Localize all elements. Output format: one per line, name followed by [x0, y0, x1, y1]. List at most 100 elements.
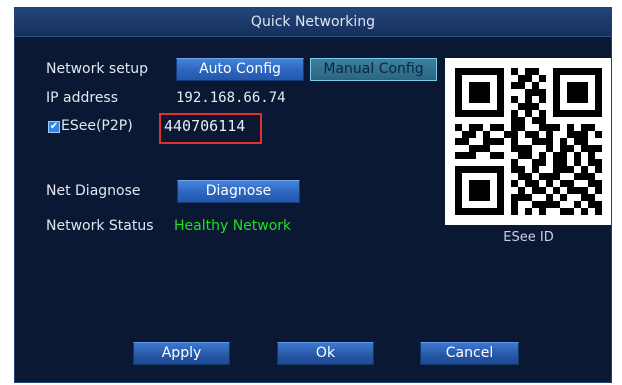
apply-button[interactable]: Apply	[133, 342, 230, 365]
ip-address-label: IP address	[46, 90, 119, 106]
qr-module	[574, 82, 581, 89]
qr-module	[581, 187, 588, 194]
qr-module	[567, 187, 574, 194]
qr-module	[553, 82, 560, 89]
qr-module	[595, 145, 602, 152]
qr-module	[476, 166, 483, 173]
qr-module	[560, 68, 567, 75]
qr-module	[455, 89, 462, 96]
qr-module	[455, 68, 462, 75]
qr-module	[567, 131, 574, 138]
qr-module	[539, 138, 546, 145]
qr-module	[546, 173, 553, 180]
qr-module	[581, 194, 588, 201]
qr-module	[567, 110, 574, 117]
qr-module	[476, 124, 483, 131]
qr-module	[595, 103, 602, 110]
auto-config-button[interactable]: Auto Config	[176, 58, 304, 81]
qr-module	[588, 124, 595, 131]
qr-module	[581, 145, 588, 152]
qr-module	[532, 89, 539, 96]
qr-module	[469, 180, 476, 187]
qr-module	[532, 159, 539, 166]
cancel-button[interactable]: Cancel	[420, 342, 519, 365]
qr-module	[525, 145, 532, 152]
qr-module	[532, 103, 539, 110]
qr-module	[490, 152, 497, 159]
network-setup-label: Network setup	[46, 61, 149, 77]
qr-module	[581, 208, 588, 215]
qr-module	[595, 68, 602, 75]
qr-module	[511, 96, 518, 103]
qr-module	[588, 201, 595, 208]
qr-module	[497, 194, 504, 201]
qr-module	[476, 187, 483, 194]
qr-module	[497, 173, 504, 180]
qr-module	[553, 75, 560, 82]
qr-module	[553, 173, 560, 180]
qr-module	[553, 103, 560, 110]
qr-module	[553, 159, 560, 166]
qr-module	[588, 152, 595, 159]
qr-module	[469, 68, 476, 75]
qr-module	[525, 173, 532, 180]
qr-module	[455, 208, 462, 215]
qr-module	[455, 103, 462, 110]
qr-module	[511, 166, 518, 173]
qr-module	[539, 110, 546, 117]
qr-module	[511, 110, 518, 117]
qr-module	[469, 82, 476, 89]
qr-module	[490, 68, 497, 75]
qr-module	[588, 159, 595, 166]
qr-module	[532, 131, 539, 138]
qr-module	[469, 131, 476, 138]
qr-module	[476, 82, 483, 89]
qr-module	[595, 159, 602, 166]
qr-module	[469, 110, 476, 117]
qr-module	[539, 159, 546, 166]
qr-module	[595, 208, 602, 215]
qr-module	[525, 103, 532, 110]
qr-module	[581, 89, 588, 96]
qr-module	[525, 194, 532, 201]
qr-module	[553, 187, 560, 194]
qr-module	[462, 110, 469, 117]
qr-module	[581, 166, 588, 173]
qr-module	[532, 138, 539, 145]
qr-module	[595, 180, 602, 187]
qr-module	[553, 166, 560, 173]
qr-module	[497, 96, 504, 103]
qr-module	[525, 110, 532, 117]
qr-module	[546, 138, 553, 145]
qr-module	[469, 187, 476, 194]
qr-module	[553, 201, 560, 208]
qr-module	[518, 187, 525, 194]
qr-module	[483, 180, 490, 187]
ip-address-value: 192.168.66.74	[176, 90, 286, 106]
qr-module	[539, 187, 546, 194]
ok-button[interactable]: Ok	[277, 342, 374, 365]
esee-id-value: 440706114	[164, 117, 246, 135]
qr-module	[532, 201, 539, 208]
qr-module	[462, 68, 469, 75]
qr-module	[539, 96, 546, 103]
esee-p2p-checkbox[interactable]: ✔	[48, 121, 60, 133]
diagnose-button[interactable]: Diagnose	[177, 180, 300, 203]
qr-module	[539, 208, 546, 215]
qr-code-icon	[455, 68, 602, 215]
qr-module	[553, 68, 560, 75]
qr-module	[595, 110, 602, 117]
qr-module	[511, 180, 518, 187]
qr-module	[455, 138, 462, 145]
qr-module	[455, 187, 462, 194]
qr-module	[497, 89, 504, 96]
qr-module	[490, 208, 497, 215]
qr-module	[511, 131, 518, 138]
qr-module	[511, 124, 518, 131]
qr-module	[567, 166, 574, 173]
qr-module	[567, 208, 574, 215]
qr-module	[497, 152, 504, 159]
qr-module	[469, 166, 476, 173]
manual-config-button[interactable]: Manual Config	[310, 58, 437, 81]
qr-module	[490, 124, 497, 131]
